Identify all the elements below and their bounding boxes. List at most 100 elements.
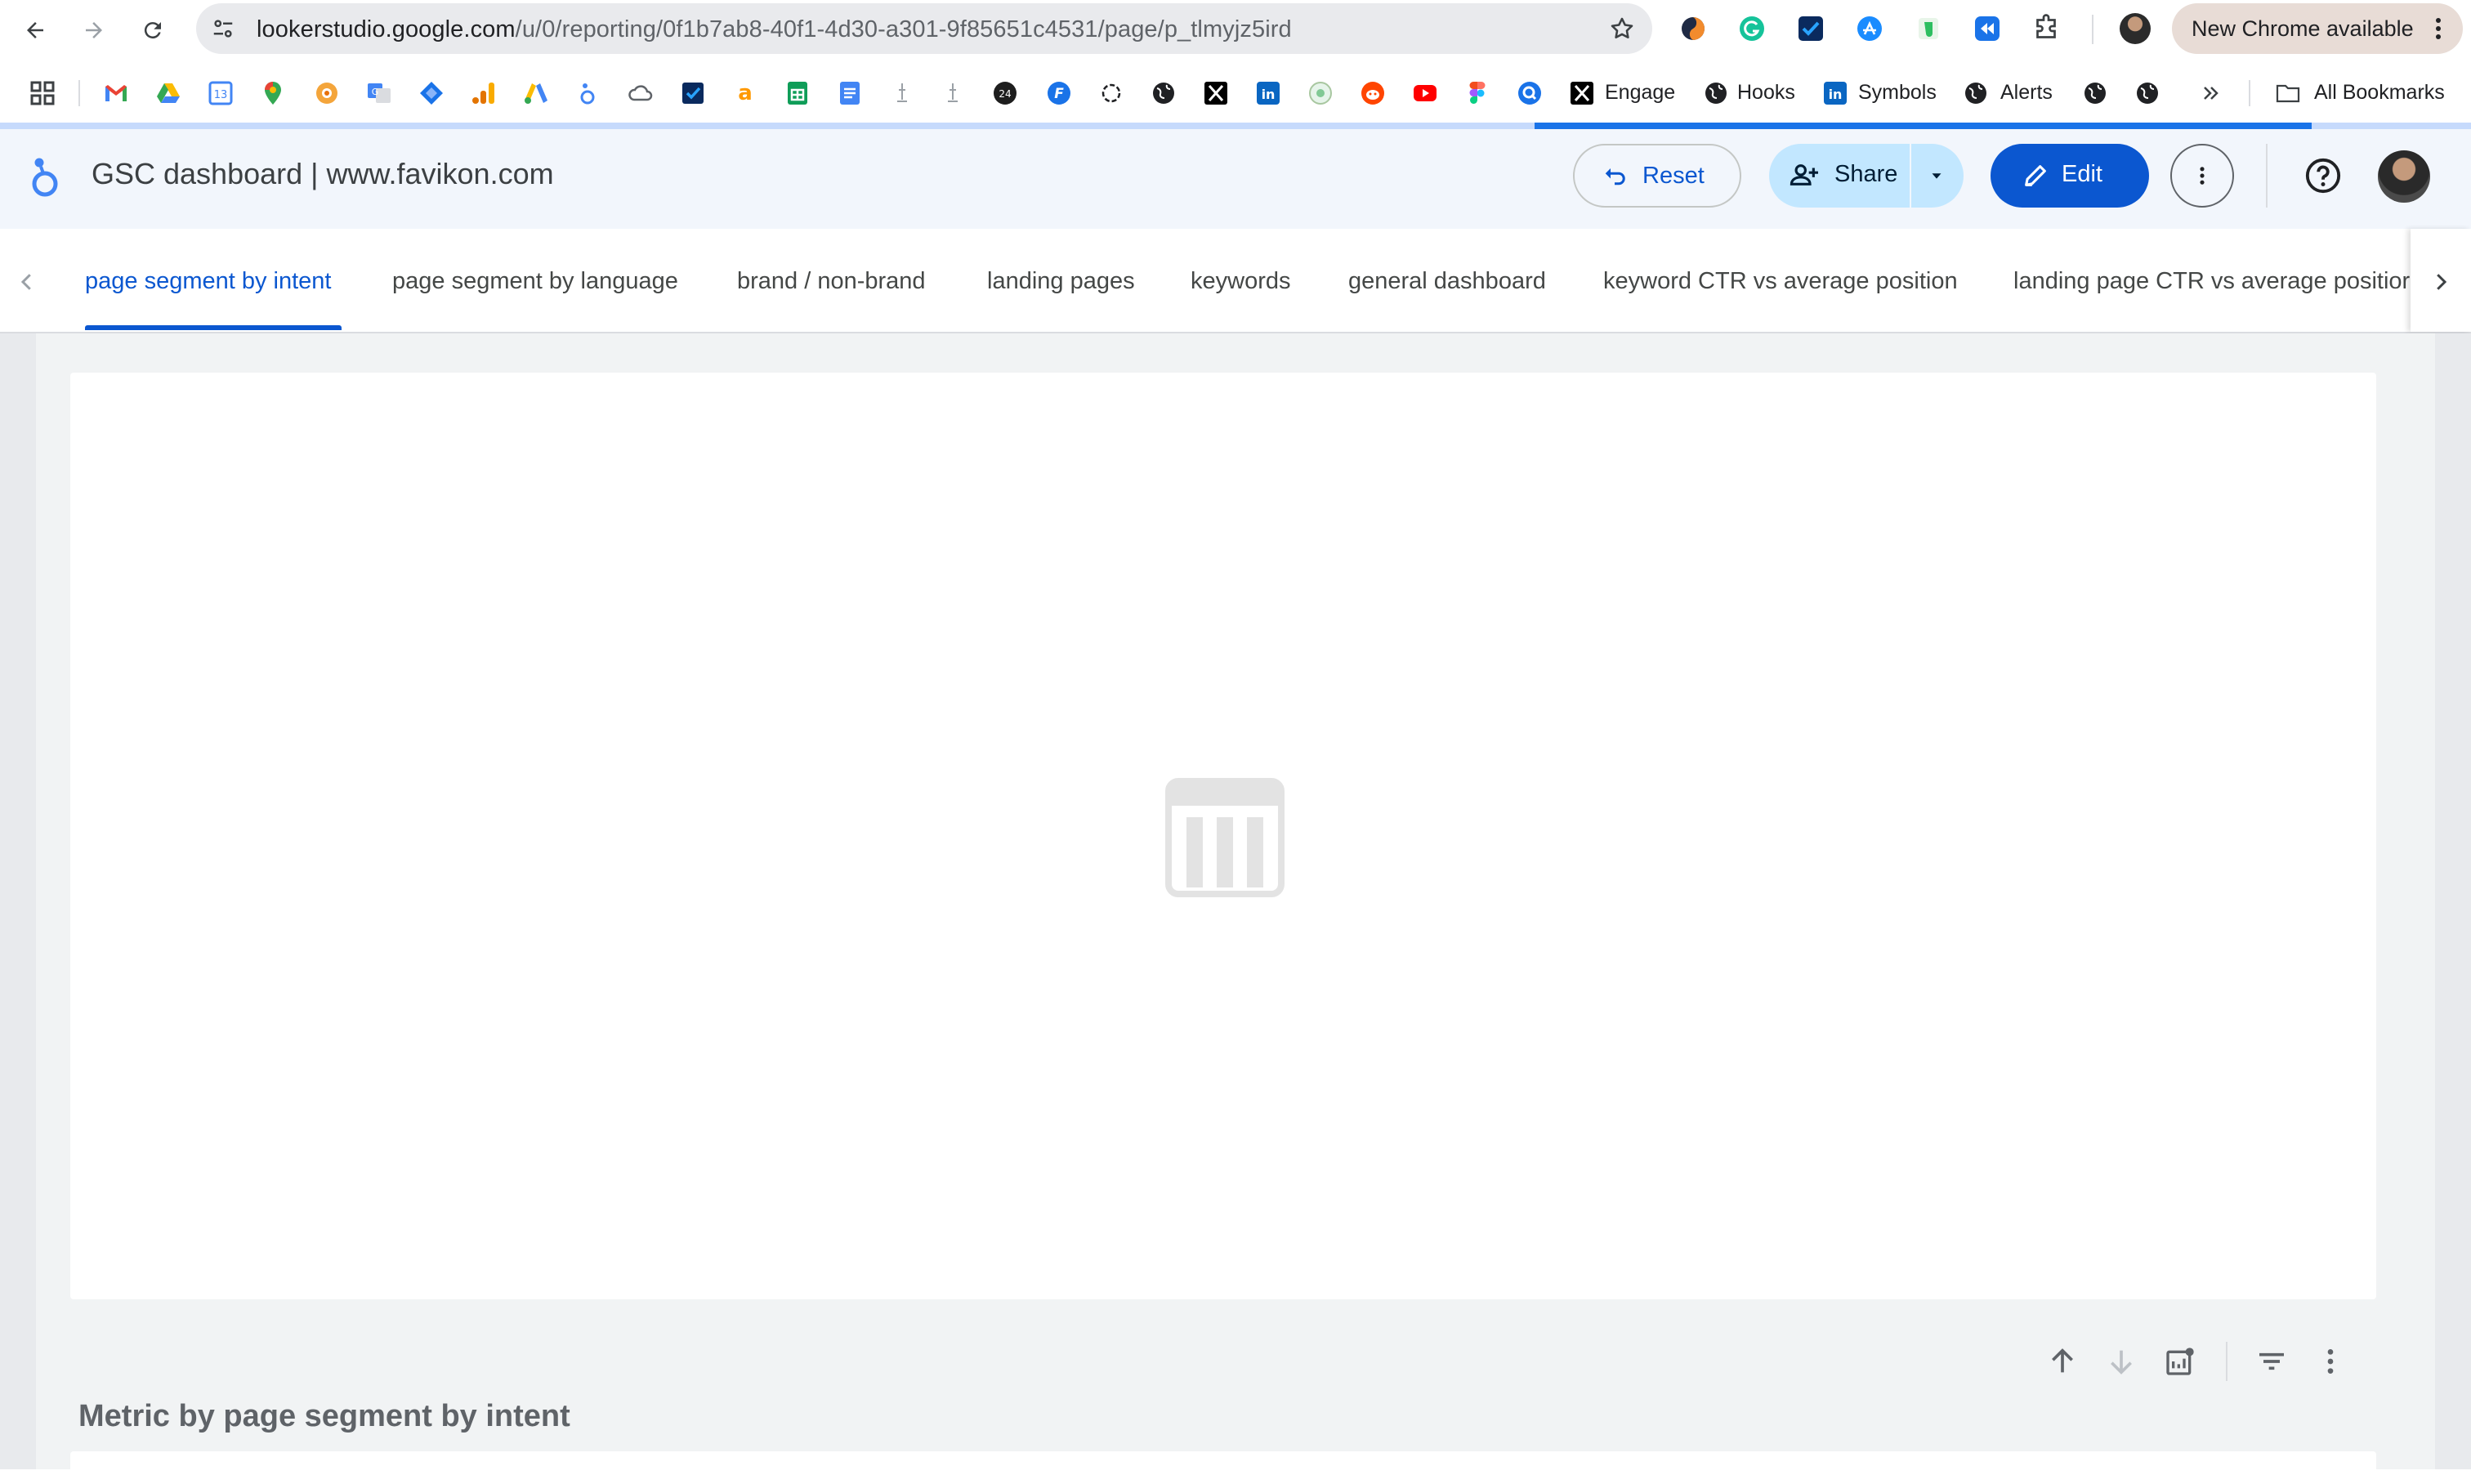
toolbar-divider bbox=[2092, 15, 2093, 44]
figma-icon[interactable] bbox=[1464, 80, 1490, 106]
amazon-icon[interactable]: a bbox=[732, 80, 758, 106]
account-avatar[interactable] bbox=[2378, 150, 2430, 203]
google-maps-icon[interactable] bbox=[260, 80, 286, 106]
report-canvas: Metric by page segment by intent bbox=[36, 333, 2435, 1484]
diamond-bookmark-icon[interactable] bbox=[418, 80, 445, 106]
tab-landing-pages[interactable]: landing pages bbox=[987, 268, 1135, 295]
google-translate-icon[interactable]: G bbox=[366, 80, 392, 106]
help-icon[interactable] bbox=[2304, 157, 2342, 194]
green-circle-bookmark-icon[interactable] bbox=[1307, 80, 1334, 106]
checkmark-extension-icon[interactable] bbox=[1796, 14, 1825, 43]
youtube-icon[interactable] bbox=[1412, 80, 1438, 106]
x-twitter-icon[interactable] bbox=[1203, 80, 1229, 106]
folder-icon[interactable] bbox=[2275, 80, 2301, 106]
site-settings-icon[interactable] bbox=[211, 16, 235, 41]
grammarly-icon[interactable] bbox=[1737, 14, 1767, 43]
bookmark-alerts[interactable]: Alerts bbox=[2000, 81, 2053, 105]
linkedin-icon[interactable]: in bbox=[1255, 80, 1281, 106]
reddit-icon[interactable] bbox=[1360, 80, 1386, 106]
edit-label: Edit bbox=[2062, 161, 2102, 187]
tabs-scroll-right[interactable] bbox=[2411, 229, 2471, 332]
app-store-extension-icon[interactable] bbox=[1855, 14, 1884, 43]
apps-grid-icon[interactable] bbox=[29, 80, 56, 106]
google-docs-icon[interactable] bbox=[837, 80, 863, 106]
rewind-extension-icon[interactable] bbox=[1973, 14, 2002, 43]
tab-brand-non-brand[interactable]: brand / non-brand bbox=[737, 268, 926, 295]
filter-icon[interactable] bbox=[2255, 1345, 2288, 1378]
search-q-icon[interactable] bbox=[1517, 80, 1543, 106]
globe-icon-3[interactable] bbox=[2134, 80, 2160, 106]
chart-card-2[interactable] bbox=[70, 1451, 2376, 1484]
bookmarks-bar: 13 G a 24 F in Engage Hooks in Symbols A… bbox=[0, 60, 2471, 124]
forward-button[interactable] bbox=[75, 11, 113, 49]
share-split-divider bbox=[1910, 144, 1911, 208]
table-chart-loading[interactable] bbox=[70, 373, 2376, 1299]
google-calendar-icon[interactable]: 13 bbox=[208, 80, 234, 106]
caret-down-icon[interactable] bbox=[1926, 167, 1947, 185]
globe-icon[interactable] bbox=[1151, 80, 1177, 106]
evernote-extension-icon[interactable] bbox=[1914, 14, 1943, 43]
google-ads-icon[interactable] bbox=[523, 80, 549, 106]
arrow-right-icon bbox=[86, 22, 102, 38]
tab-page-segment-by-language[interactable]: page segment by language bbox=[392, 268, 678, 295]
address-bar[interactable]: lookerstudio.google.com/u/0/reporting/0f… bbox=[196, 3, 1652, 54]
chevron-double-right-icon[interactable] bbox=[2198, 80, 2224, 106]
share-button[interactable]: Share bbox=[1769, 144, 1964, 208]
chevron-left-icon[interactable] bbox=[15, 268, 39, 296]
bookmark-divider bbox=[78, 80, 80, 106]
explore-chart-icon[interactable] bbox=[2164, 1345, 2196, 1378]
url-text[interactable]: lookerstudio.google.com/u/0/reporting/0f… bbox=[257, 16, 1292, 43]
google-sheets-icon[interactable] bbox=[784, 80, 811, 106]
chart-title: Metric by page segment by intent bbox=[78, 1399, 570, 1433]
blue-f-icon[interactable]: F bbox=[1046, 80, 1072, 106]
tab-keywords[interactable]: keywords bbox=[1191, 268, 1291, 295]
openai-icon[interactable] bbox=[1098, 80, 1124, 106]
back-button[interactable] bbox=[16, 11, 54, 49]
header-divider bbox=[2266, 144, 2268, 208]
globe-icon-2[interactable] bbox=[2082, 80, 2108, 106]
google-analytics-icon[interactable] bbox=[471, 80, 497, 106]
svg-text:24: 24 bbox=[999, 88, 1011, 100]
chart-actions-divider bbox=[2226, 1342, 2227, 1381]
new-chrome-available-button[interactable]: New Chrome available bbox=[2172, 3, 2463, 54]
counter-24-icon[interactable]: 24 bbox=[992, 80, 1018, 106]
bookmark-symbols[interactable]: Symbols bbox=[1858, 81, 1937, 105]
bookmark-star-icon[interactable] bbox=[1608, 15, 1636, 42]
extensions-puzzle-icon[interactable] bbox=[2031, 14, 2061, 43]
all-bookmarks-link[interactable]: All Bookmarks bbox=[2314, 81, 2445, 105]
x-engage-icon[interactable] bbox=[1569, 80, 1595, 106]
tab-page-segment-by-intent[interactable]: page segment by intent bbox=[85, 268, 331, 295]
gmail-icon[interactable] bbox=[103, 80, 129, 106]
bookmark-hooks[interactable]: Hooks bbox=[1737, 81, 1795, 105]
profile-avatar[interactable] bbox=[2120, 13, 2151, 44]
update-label: New Chrome available bbox=[2192, 16, 2414, 41]
chevron-right-icon bbox=[2437, 274, 2447, 290]
reset-label: Reset bbox=[1642, 163, 1705, 189]
google-drive-icon[interactable] bbox=[155, 80, 181, 106]
cloud-bookmark-icon[interactable] bbox=[628, 80, 654, 106]
looker-studio-logo-icon[interactable] bbox=[26, 154, 64, 201]
thin-bookmark-icon-2[interactable] bbox=[940, 80, 966, 106]
todo-check-icon[interactable] bbox=[680, 80, 706, 106]
tab-landing-page-ctr-vs-average-position[interactable]: landing page CTR vs average positior bbox=[2013, 268, 2410, 295]
tab-keyword-ctr-vs-average-position[interactable]: keyword CTR vs average position bbox=[1603, 268, 1958, 295]
linkedin-symbols-icon[interactable]: in bbox=[1822, 80, 1848, 106]
tab-general-dashboard[interactable]: general dashboard bbox=[1348, 268, 1546, 295]
chart-more-vert-icon[interactable] bbox=[2314, 1345, 2347, 1378]
reset-button[interactable]: Reset bbox=[1573, 144, 1741, 208]
sort-descending-icon[interactable] bbox=[2105, 1345, 2138, 1378]
more-vert-icon bbox=[2200, 167, 2205, 185]
extension-swirl-icon[interactable] bbox=[1678, 14, 1708, 43]
thin-bookmark-icon-1[interactable] bbox=[889, 80, 915, 106]
orange-circle-bookmark-icon[interactable] bbox=[314, 80, 340, 106]
globe-alerts-icon[interactable] bbox=[1963, 80, 1989, 106]
report-title[interactable]: GSC dashboard | www.favikon.com bbox=[92, 157, 554, 191]
edit-button[interactable]: Edit bbox=[1991, 144, 2149, 208]
bookmark-engage[interactable]: Engage bbox=[1605, 81, 1675, 105]
canvas-right-gutter bbox=[2435, 333, 2471, 1469]
reload-button[interactable] bbox=[134, 11, 172, 49]
globe-hooks-icon[interactable] bbox=[1703, 80, 1729, 106]
more-options-button[interactable] bbox=[2170, 144, 2234, 208]
looker-studio-bookmark-icon[interactable] bbox=[575, 80, 601, 106]
sort-ascending-icon[interactable] bbox=[2046, 1345, 2079, 1378]
